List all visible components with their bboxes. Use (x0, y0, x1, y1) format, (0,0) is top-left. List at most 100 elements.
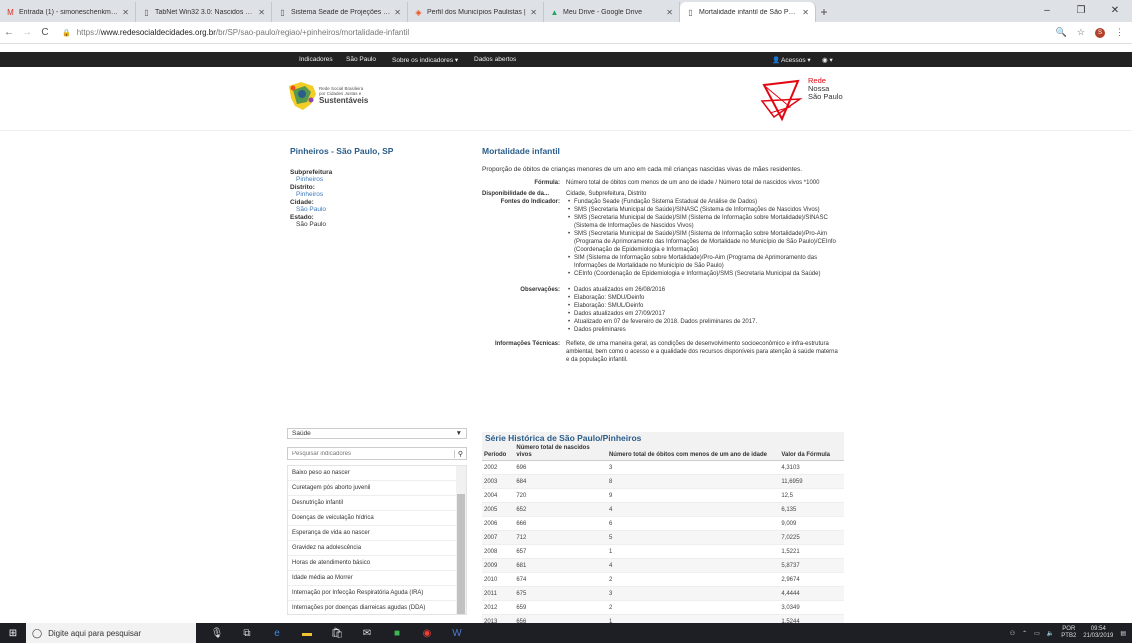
table-cell: 2003 (482, 474, 515, 489)
taskbar-search[interactable]: ◯ Digite aqui para pesquisar (26, 623, 196, 643)
tab-title: Mortalidade infantil de São Paulo (699, 8, 799, 16)
tray-arrow-icon[interactable]: ⌃ (1022, 630, 1027, 637)
new-tab-button[interactable]: + (816, 2, 832, 22)
table-cell: 696 (514, 460, 607, 475)
close-tab-icon[interactable]: ✕ (122, 8, 129, 17)
series-table: Período Número total de nascidos vivos Núm… (482, 444, 844, 629)
chrome-icon[interactable]: ◉ (420, 628, 434, 639)
indicator-search-input[interactable] (288, 448, 454, 459)
logo2-line3: São Paulo (808, 92, 843, 101)
browser-tab[interactable]: ▯ Mortalidade infantil de São Paulo ✕ (680, 2, 816, 22)
observacao-item: Atualizado em 07 de fevereiro de 2018. D… (566, 318, 842, 326)
close-tab-icon[interactable]: ✕ (530, 8, 537, 17)
browser-tab[interactable]: ▯ Sistema Seade de Projeções Pop ✕ (272, 2, 408, 22)
table-cell: 4 (606, 558, 780, 573)
disponibilidade-label: Disponibilidade de da... (482, 191, 550, 197)
indicator-list-item[interactable]: Esperança de vida ao nascer (288, 526, 456, 541)
table-cell: 9,009 (779, 516, 844, 531)
indicator-title: Mortalidade infantil (482, 146, 560, 156)
network-icon[interactable]: ▭ (1034, 630, 1040, 637)
search-icon[interactable]: ⚲ (454, 449, 466, 458)
minimize-icon[interactable]: – (1030, 0, 1064, 22)
globe-menu[interactable]: ◉ ▾ (822, 56, 833, 64)
page-icon: ▯ (280, 7, 285, 17)
word-icon[interactable]: W (450, 628, 464, 639)
table-cell: 2007 (482, 530, 515, 545)
table-cell: 666 (514, 516, 607, 531)
table-row: 2011 675 3 4,4444 (482, 586, 844, 601)
indicator-list-item[interactable]: Internações por doenças diarreicas aguda… (288, 601, 456, 614)
notifications-icon[interactable]: ▤ (1120, 630, 1126, 637)
browser-tab[interactable]: ◈ Perfil dos Municípios Paulistas | ✕ (408, 2, 544, 22)
menu-dots-icon[interactable]: ⋮ (1115, 27, 1124, 38)
language-indicator[interactable]: POR PTB2 (1061, 626, 1076, 640)
bookmark-star-icon[interactable]: ☆ (1077, 27, 1085, 38)
indicator-list-item[interactable]: Gravidez na adolescência (288, 541, 456, 556)
lang-code: POR (1062, 626, 1076, 632)
browser-tab[interactable]: ▲ Meu Drive - Google Drive ✕ (544, 2, 680, 22)
close-tab-icon[interactable]: ✕ (394, 8, 401, 17)
rede-nossa-sao-paulo-logo[interactable]: Rede Nossa São Paulo (760, 77, 856, 123)
table-cell: 712 (514, 530, 607, 545)
green-app-icon[interactable]: ■ (390, 628, 404, 639)
clock[interactable]: 09:54 21/03/2019 (1083, 626, 1113, 640)
subprefeitura-link[interactable]: Pinheiros (290, 176, 460, 183)
file-explorer-icon[interactable]: ▬ (300, 628, 314, 639)
volume-icon[interactable]: 🔈 (1047, 630, 1054, 637)
forward-icon[interactable]: → (18, 27, 36, 38)
nav-indicadores[interactable]: Indicadores (299, 56, 333, 63)
cidade-link[interactable]: São Paulo (290, 206, 460, 213)
windows-taskbar: ⊞ ◯ Digite aqui para pesquisar 🎙 ⧉ e ▬ 🛍… (0, 623, 1132, 643)
close-window-icon[interactable]: ✕ (1098, 0, 1132, 22)
list-scrollbar[interactable] (456, 466, 466, 614)
indicator-list-item[interactable]: Internação por Infecção Respiratória Agu… (288, 586, 456, 601)
store-icon[interactable]: 🛍 (330, 628, 344, 639)
table-cell: 2002 (482, 460, 515, 475)
close-tab-icon[interactable]: ✕ (802, 8, 809, 17)
rede-social-logo[interactable]: Rede Social Brasileira por Cidades Justas… (285, 80, 415, 112)
windows-start-icon[interactable]: ⊞ (0, 628, 26, 639)
zoom-icon[interactable]: 🔍 (1056, 27, 1067, 38)
browser-tab[interactable]: M Entrada (1) - simoneschenkman@ ✕ (0, 2, 136, 22)
indicator-list-item[interactable]: Desnutrição infantil (288, 496, 456, 511)
nav-sobre-indicadores[interactable]: Sobre os indicadores ▾ (392, 56, 458, 64)
indicator-list-item[interactable]: Horas de atendimento básico (288, 556, 456, 571)
clock-date: 21/03/2019 (1083, 633, 1114, 639)
edge-icon[interactable]: e (270, 628, 284, 639)
fonte-item: SIM (Sistema de Informação sobre Mortali… (566, 254, 842, 270)
observacoes-row: Observações: Dados atualizados em 26/08/… (482, 286, 842, 334)
url-field[interactable]: 🔒 https://www.redesocialdecidades.org.br… (62, 25, 1056, 41)
indicator-list-item[interactable]: Doenças de veiculação hídrica (288, 511, 456, 526)
close-tab-icon[interactable]: ✕ (258, 8, 265, 17)
distrito-link[interactable]: Pinheiros (290, 191, 460, 198)
tab-title: Meu Drive - Google Drive (563, 8, 642, 16)
browser-tab[interactable]: ▯ TabNet Win32 3.0: Nascidos Vivo ✕ (136, 2, 272, 22)
profile-avatar[interactable]: S (1095, 27, 1105, 38)
observacao-item: Dados atualizados em 26/08/2016 (566, 286, 842, 294)
indicator-description: Proporção de óbitos de crianças menores … (482, 166, 803, 173)
nav-dados-abertos[interactable]: Dados abertos (474, 56, 516, 63)
table-cell: 2004 (482, 488, 515, 503)
nav-sao-paulo[interactable]: São Paulo (346, 56, 376, 63)
category-select[interactable]: Saúde ▼ (287, 428, 467, 439)
indicator-list-item[interactable]: Baixo peso ao nascer (288, 466, 456, 481)
task-view-icon[interactable]: ⧉ (240, 628, 254, 639)
table-cell: 5 (606, 530, 780, 545)
cidade-label: Cidade: (290, 199, 314, 206)
fontes-list: Fundação Seade (Fundação Sistema Estadua… (566, 198, 842, 278)
close-tab-icon[interactable]: ✕ (666, 8, 673, 17)
people-icon[interactable]: ⚇ (1010, 630, 1015, 637)
back-icon[interactable]: ← (0, 27, 18, 38)
url-domain: www.redesocialdecidades.org.br (100, 28, 216, 37)
indicator-list-item[interactable]: Curetagem pós aborto juvenil (288, 481, 456, 496)
nav-acessos[interactable]: Acessos ▾ (781, 56, 811, 64)
table-cell: 2 (606, 600, 780, 615)
mail-icon[interactable]: ✉ (360, 628, 374, 639)
chevron-down-icon: ▼ (455, 430, 462, 437)
restore-icon[interactable]: ❐ (1064, 0, 1098, 22)
formula-row: Fórmula: Número total de óbitos com meno… (482, 179, 842, 187)
scrollbar-thumb[interactable] (457, 494, 465, 614)
indicator-list-item[interactable]: Idade média ao Morrer (288, 571, 456, 586)
reload-icon[interactable]: C (36, 27, 54, 38)
microphone-icon[interactable]: 🎙 (210, 628, 224, 639)
